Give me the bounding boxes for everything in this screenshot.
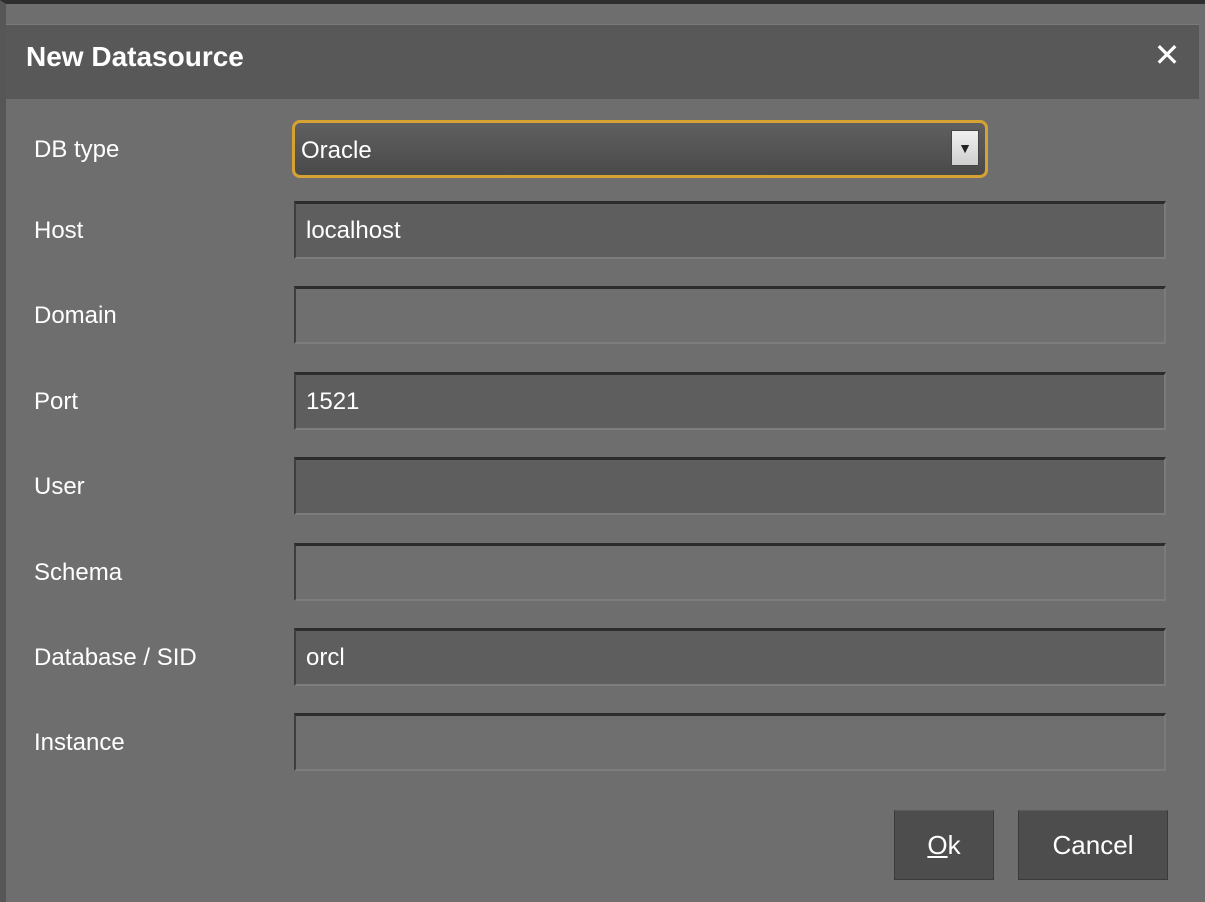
close-icon[interactable]: ✕ bbox=[1149, 37, 1185, 73]
host-input[interactable] bbox=[294, 201, 1166, 259]
host-row: Host bbox=[6, 199, 1199, 263]
port-row: Port bbox=[6, 370, 1199, 434]
host-label: Host bbox=[34, 217, 84, 244]
user-input[interactable] bbox=[294, 457, 1166, 515]
ok-label-rest: k bbox=[947, 830, 961, 860]
ok-button[interactable]: Ok bbox=[894, 810, 994, 880]
port-label: Port bbox=[34, 388, 79, 415]
user-row: User bbox=[6, 455, 1199, 519]
db-type-label: DB type bbox=[34, 136, 120, 163]
domain-label: Domain bbox=[34, 302, 117, 329]
schema-row: Schema bbox=[6, 541, 1199, 605]
database-sid-input[interactable] bbox=[294, 628, 1166, 686]
ok-mnemonic: O bbox=[927, 830, 948, 860]
instance-input[interactable] bbox=[294, 713, 1166, 771]
db-type-value: Oracle bbox=[301, 137, 372, 164]
user-label: User bbox=[34, 473, 85, 500]
dialog-title: New Datasource bbox=[26, 41, 244, 72]
domain-input[interactable] bbox=[294, 286, 1166, 344]
database-sid-label: Database / SID bbox=[34, 644, 197, 671]
dialog-titlebar[interactable]: New Datasource ✕ bbox=[6, 24, 1199, 99]
instance-label: Instance bbox=[34, 729, 125, 756]
cancel-button[interactable]: Cancel bbox=[1018, 810, 1168, 880]
port-input[interactable] bbox=[294, 372, 1166, 430]
db-type-select[interactable]: Oracle ▼ bbox=[292, 120, 988, 178]
db-type-row: DB type Oracle ▼ bbox=[6, 118, 1199, 182]
database-sid-row: Database / SID bbox=[6, 626, 1199, 690]
schema-label: Schema bbox=[34, 559, 123, 586]
new-datasource-dialog: New Datasource ✕ DB type Oracle ▼ Host D… bbox=[0, 0, 1205, 902]
instance-row: Instance bbox=[6, 711, 1199, 775]
domain-row: Domain bbox=[6, 284, 1199, 348]
schema-input[interactable] bbox=[294, 543, 1166, 601]
chevron-down-icon[interactable]: ▼ bbox=[951, 130, 979, 166]
